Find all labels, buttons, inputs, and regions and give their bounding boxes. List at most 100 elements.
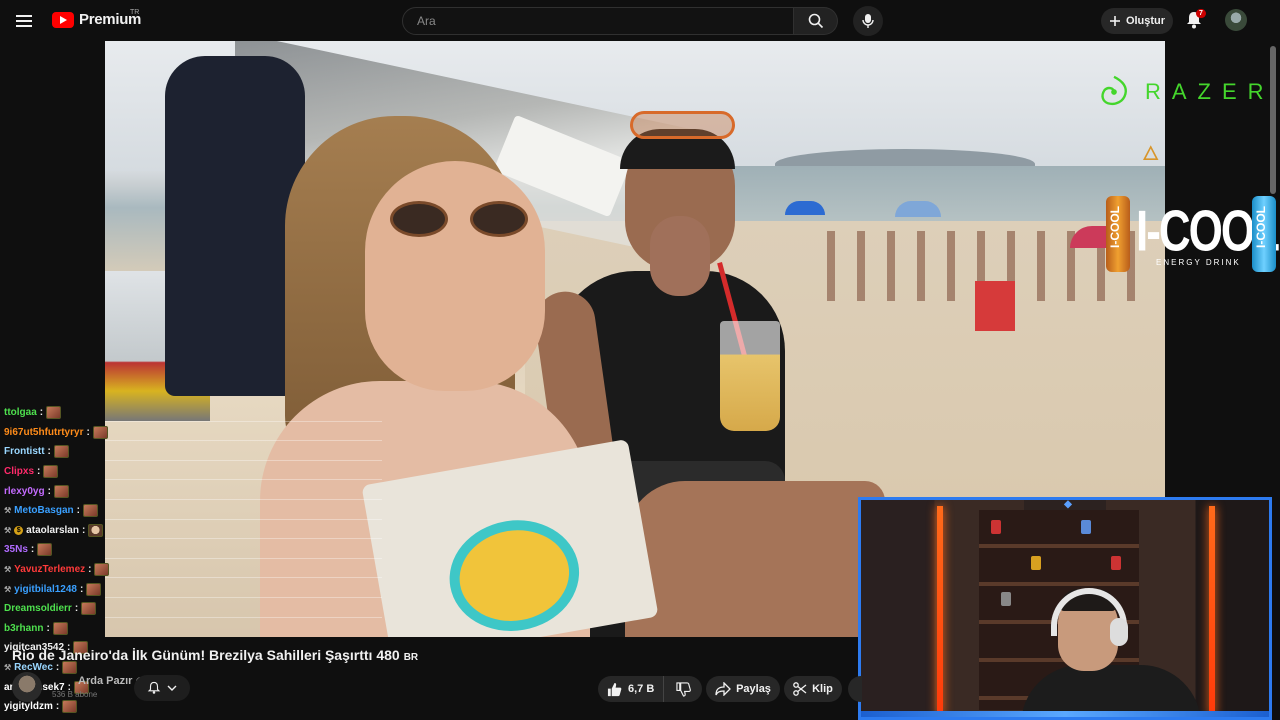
chat-badge-icon: ⚒: [4, 565, 12, 575]
search-bar: [402, 7, 838, 35]
notification-badge: 7: [1196, 9, 1206, 18]
chat-emote-icon: [94, 563, 110, 577]
chat-separator: :: [74, 603, 79, 615]
create-button[interactable]: Oluştur: [1101, 8, 1173, 34]
logo-region: TR: [130, 9, 140, 16]
drink-cup: [720, 321, 780, 431]
chat-emote-icon: [92, 425, 108, 439]
chat-emote-icon: [81, 602, 97, 616]
chat-emote-icon: [86, 582, 102, 596]
video-title: Rio de Janeiro'da İlk Günüm! Brezilya Sa…: [12, 647, 418, 663]
stream-chat-overlay: ttolgaa:9i67ut5hfutrtyryr: Frontistt: Clip…: [0, 400, 382, 720]
chat-message: ⚒ $ ataolarslan:: [0, 521, 104, 541]
chat-divider: [105, 420, 382, 422]
thumbs-down-icon: [675, 681, 691, 697]
chat-username: Clipxs: [4, 466, 35, 478]
microphone-icon: [862, 14, 874, 28]
like-button[interactable]: 6,7 B: [598, 676, 664, 702]
menu-icon[interactable]: [16, 12, 36, 30]
chat-separator: :: [88, 564, 92, 576]
chat-divider: [105, 518, 382, 520]
chat-message: Clipxs:: [0, 462, 59, 482]
chat-emote-icon: [46, 406, 62, 420]
clip-button[interactable]: Klip: [784, 676, 842, 702]
chat-username: b3rhann: [4, 622, 44, 634]
subscription-bell-button[interactable]: [134, 675, 190, 701]
beach-umbrella: [785, 201, 825, 215]
chat-separator: :: [47, 446, 51, 458]
can-label: I-COOL: [1108, 206, 1122, 248]
chat-badge-icon: ⚒: [4, 506, 12, 516]
youtube-play-icon: [52, 11, 74, 28]
channel-avatar[interactable]: [12, 672, 42, 702]
chat-emote-icon: [82, 504, 98, 518]
background-person: [165, 56, 305, 396]
chat-divider: [105, 597, 382, 598]
chat-divider: [105, 557, 382, 559]
page-scrollbar[interactable]: [1270, 46, 1276, 194]
chat-emote-icon: [62, 700, 78, 714]
clip-label: Klip: [812, 683, 833, 695]
chat-emote-icon: [62, 661, 78, 675]
account-avatar[interactable]: [1225, 9, 1247, 31]
headset-earcup: [1110, 618, 1128, 646]
chat-separator: :: [79, 583, 84, 595]
search-input[interactable]: [402, 7, 795, 35]
chat-emote-icon: [43, 465, 59, 479]
chat-separator: :: [86, 426, 90, 438]
shelf-item: [991, 520, 1001, 534]
chat-separator: :: [37, 466, 41, 478]
chat-divider: [105, 479, 382, 481]
thumbs-up-icon: [607, 682, 622, 696]
chat-separator: :: [55, 701, 60, 713]
plus-icon: [1109, 16, 1120, 26]
chat-emote-icon: [53, 484, 69, 498]
like-dislike-group: 6,7 B: [598, 676, 702, 702]
chat-message: Dreamsoldierr:: [0, 599, 97, 619]
youtube-logo[interactable]: Premium TR: [52, 9, 141, 28]
woman-sunglasses: [390, 201, 540, 241]
video-title-suffix: BR: [403, 652, 419, 663]
can-label: I-COOL: [1254, 206, 1268, 248]
chat-badge-icon: ⚒: [4, 663, 12, 673]
search-icon: [808, 13, 823, 29]
chat-username: ataolarslan: [26, 524, 79, 536]
chat-divider: [105, 499, 382, 500]
share-button[interactable]: Paylaş: [706, 676, 780, 702]
chat-message: yigityldzm:: [0, 697, 78, 717]
chat-username: Frontistt: [4, 446, 45, 458]
create-label: Oluştur: [1125, 15, 1166, 27]
subscriber-count: 536 B abone: [52, 690, 98, 699]
shelf-item: [1001, 592, 1011, 606]
led-strip: [1209, 506, 1215, 716]
chat-message: 9i67ut5hfutrtyryr:: [0, 423, 108, 443]
search-button[interactable]: [794, 7, 838, 35]
chat-username: YavuzTerlemez: [14, 564, 86, 576]
bell-icon: [147, 681, 161, 694]
chat-message: ⚒ MetoBasgan:: [0, 501, 98, 521]
energy-can-blue: I-COOL: [1252, 196, 1276, 272]
chat-message: ⚒ YavuzTerlemez:: [0, 560, 110, 580]
channel-name: Arda Pazır: [78, 675, 133, 687]
chat-message: b3rhann:: [0, 619, 68, 639]
chat-separator: :: [39, 407, 44, 419]
chat-separator: :: [46, 622, 50, 634]
led-strip: [937, 506, 943, 716]
chat-username: ttolgaa: [4, 407, 37, 419]
more-actions-button[interactable]: [848, 676, 862, 702]
voice-search-button[interactable]: [853, 6, 883, 36]
razer-logo-icon: [1101, 75, 1127, 106]
chat-username: 9i67ut5hfutrtyryr: [4, 426, 84, 438]
chat-divider: [105, 440, 382, 442]
top-bar: Premium TR Oluştur 7: [0, 0, 1280, 41]
like-count: 6,7 B: [628, 683, 655, 695]
chat-separator: :: [81, 524, 86, 536]
chat-username: RecWec: [14, 662, 53, 674]
chat-separator: :: [47, 485, 51, 497]
dislike-button[interactable]: [664, 676, 702, 702]
chat-username: rlexy0yg: [4, 485, 45, 497]
man-leg: [625, 481, 885, 637]
chat-emote-icon: [53, 445, 69, 459]
chat-divider: [105, 538, 382, 540]
shelf-item: [1111, 556, 1121, 570]
